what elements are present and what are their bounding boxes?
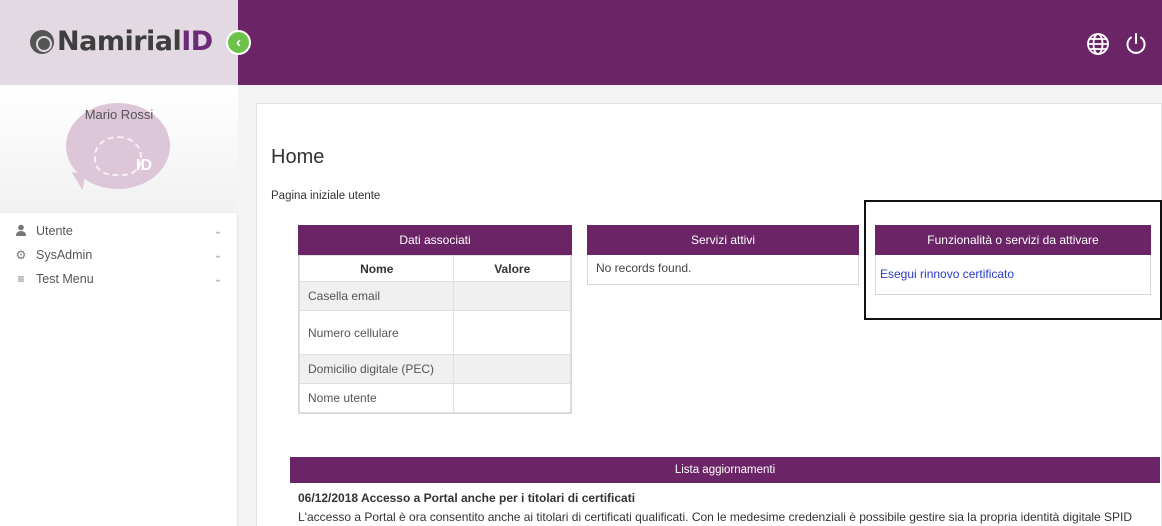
sidebar-item-label: Utente (36, 224, 73, 238)
news-title: 06/12/2018 Accesso a Portal anche per i … (298, 491, 636, 505)
table-row: Domicilio digitale (PEC) (298, 354, 571, 384)
table-row: Numero cellulare (298, 310, 571, 355)
namirial-logo[interactable]: Namirial ID (30, 26, 213, 57)
sidebar-item-label: SysAdmin (36, 248, 93, 262)
sidebar-item-test-menu[interactable]: ≡ Test Menu ⌄ (0, 267, 238, 291)
logo-mark-icon (30, 29, 54, 54)
table-cell: Casella email (298, 281, 455, 311)
card-header: Lista aggiornamenti (290, 457, 1160, 483)
chevron-left-icon: ‹ (236, 34, 241, 51)
table-cell (453, 281, 571, 311)
dati-table: Nome Valore Casella email Numero cellula… (298, 255, 571, 413)
logo-text: Namirial (57, 26, 182, 57)
user-icon (14, 224, 28, 239)
table-cell: Domicilio digitale (PEC) (298, 354, 455, 384)
empty-message: No records found. (587, 255, 859, 285)
sidebar-menu: Utente ⌄ ⚙ SysAdmin ⌄ ≡ Test Menu ⌄ (0, 219, 238, 291)
sidebar-item-sysadmin[interactable]: ⚙ SysAdmin ⌄ (0, 243, 238, 267)
table-cell: Nome utente (298, 383, 455, 413)
column-header-valore[interactable]: Valore (453, 255, 571, 282)
servizi-attivi-card: Servizi attivi No records found. (587, 225, 859, 285)
avatar-bubble-tail (68, 171, 86, 191)
collapse-sidebar-button[interactable]: ‹ (226, 30, 251, 55)
chevron-down-icon: ⌄ (213, 249, 223, 261)
home-panel: Home Pagina iniziale utente Dati associa… (256, 103, 1162, 526)
dati-associati-card: Dati associati Nome Valore Casella email (298, 225, 572, 414)
gears-icon: ⚙ (15, 248, 27, 262)
hamburger-icon: ≡ (17, 272, 25, 286)
table-cell: Numero cellulare (298, 310, 455, 355)
lista-aggiornamenti-card: Lista aggiornamenti 06/12/2018 Accesso a… (290, 457, 1160, 526)
table-cell (453, 383, 571, 413)
rinnovo-certificato-link[interactable]: Esegui rinnovo certificato (880, 267, 1014, 281)
news-text: L'accesso a Portal è ora consentito anch… (298, 510, 1133, 524)
chevron-down-icon: ⌄ (213, 273, 223, 285)
sidebar: ID Mario Rossi Utente ⌄ ⚙ SysAdmin ⌄ ≡ T… (0, 85, 238, 526)
top-bar (238, 0, 1162, 85)
page-subtitle: Pagina iniziale utente (271, 190, 381, 202)
globe-icon[interactable] (1086, 32, 1110, 56)
table-row: Nome utente (298, 383, 571, 413)
brand-area: Namirial ID (0, 0, 238, 85)
table-cell (453, 354, 571, 384)
card-header: Dati associati (298, 225, 572, 255)
logo-id-text: ID (181, 26, 213, 57)
main-content: Home Pagina iniziale utente Dati associa… (238, 85, 1162, 526)
card-header: Servizi attivi (587, 225, 859, 255)
table-row: Casella email (298, 281, 571, 311)
avatar-id-mark: ID (136, 157, 152, 174)
column-header-nome[interactable]: Nome (298, 255, 455, 282)
user-name: Mario Rossi (84, 107, 154, 122)
card-body: Nome Valore Casella email Numero cellula… (298, 255, 572, 414)
chevron-down-icon: ⌄ (213, 225, 223, 237)
fingerprint-icon (94, 136, 142, 176)
user-profile: ID Mario Rossi (0, 85, 238, 213)
card-header: Funzionalità o servizi da attivare (875, 225, 1151, 255)
sidebar-item-label: Test Menu (36, 272, 94, 286)
table-cell (453, 310, 571, 355)
card-body: Esegui rinnovo certificato (875, 255, 1151, 295)
sidebar-item-utente[interactable]: Utente ⌄ (0, 219, 238, 243)
page-title: Home (271, 146, 325, 168)
power-icon[interactable] (1124, 32, 1148, 56)
news-item: 06/12/2018 Accesso a Portal anche per i … (290, 483, 1160, 526)
funzionalita-card: Funzionalità o servizi da attivare Esegu… (875, 225, 1151, 295)
